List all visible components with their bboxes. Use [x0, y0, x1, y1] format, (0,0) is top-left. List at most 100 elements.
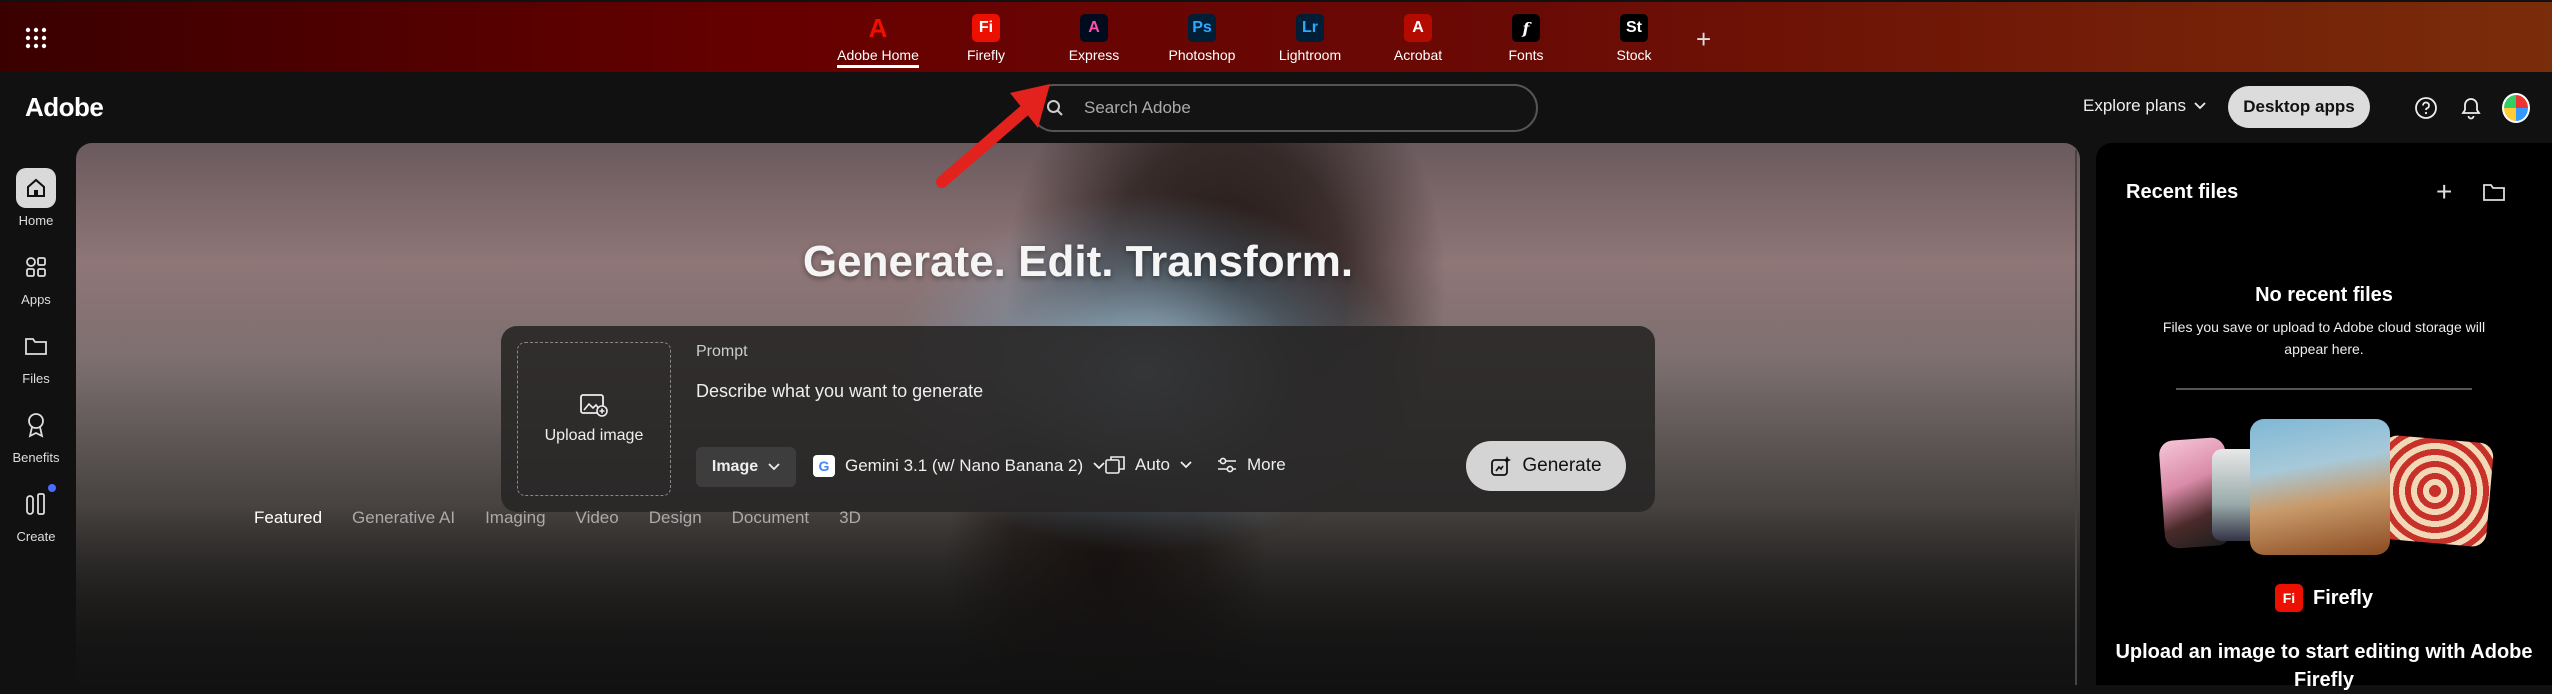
promo-image-pattern	[2375, 434, 2495, 548]
help-icon[interactable]	[2412, 94, 2440, 122]
chevron-down-icon	[2194, 102, 2206, 110]
firefly-label: Firefly	[2312, 586, 2374, 609]
desktop-apps-button[interactable]: Desktop apps	[2228, 86, 2370, 128]
chevron-down-icon	[768, 463, 780, 471]
app-acrobat[interactable]: A Acrobat	[1364, 2, 1472, 72]
empty-state-title: No recent files	[2255, 284, 2393, 306]
prompt-input[interactable]: Describe what you want to generate	[696, 381, 1396, 402]
tab-design[interactable]: Design	[649, 508, 702, 528]
nav-create[interactable]: Create	[0, 484, 72, 544]
google-icon: G	[813, 455, 835, 477]
tab-imaging[interactable]: Imaging	[485, 508, 545, 528]
tab-video[interactable]: Video	[576, 508, 619, 528]
model-label: Gemini 3.1 (w/ Nano Banana 2)	[845, 456, 1084, 475]
generate-label: Generate	[1522, 455, 1602, 476]
express-icon: A	[1080, 14, 1108, 42]
app-firefly[interactable]: Fi Firefly	[932, 2, 1040, 72]
chevron-down-icon	[1180, 461, 1192, 469]
new-file-icon[interactable]: +	[2436, 176, 2452, 208]
app-list: A Adobe Home Fi Firefly A Express Ps Photoshop L…	[824, 2, 1688, 72]
photoshop-icon: Ps	[1188, 14, 1216, 42]
upload-image-button[interactable]: Upload image	[517, 342, 671, 496]
nav-benefits-label: Benefits	[12, 450, 60, 465]
app-label: Photoshop	[1168, 47, 1236, 63]
explore-plans-label: Explore plans	[2083, 96, 2187, 115]
app-label: Lightroom	[1278, 47, 1342, 63]
firefly-brand: Fi Firefly	[2096, 584, 2552, 612]
global-header: Adobe Explore plans Desktop apps	[0, 72, 2552, 144]
upload-image-label: Upload image	[544, 427, 644, 444]
aspect-ratio-icon	[1105, 456, 1125, 474]
search-box[interactable]	[1030, 84, 1538, 132]
panel-divider[interactable]	[2075, 150, 2077, 685]
app-grid-icon[interactable]	[24, 26, 48, 50]
app-express[interactable]: A Express	[1040, 2, 1148, 72]
firefly-icon: Fi	[972, 14, 1000, 42]
recent-files-panel: Recent files + No recent files Files you…	[2096, 143, 2552, 691]
avatar[interactable]	[2502, 93, 2530, 123]
tab-generative-ai[interactable]: Generative AI	[352, 508, 455, 528]
app-switcher-bar: A Adobe Home Fi Firefly A Express Ps Photoshop L…	[0, 0, 2552, 72]
app-label: Adobe Home	[837, 47, 919, 68]
nav-files-label: Files	[22, 371, 50, 386]
chevron-down-icon	[1093, 462, 1105, 470]
app-label: Express	[1068, 47, 1120, 63]
apps-icon	[16, 247, 56, 287]
generate-button[interactable]: Generate	[1466, 441, 1626, 491]
search-input[interactable]	[1084, 98, 1504, 118]
lightroom-icon: Lr	[1296, 14, 1324, 42]
create-icon	[16, 484, 56, 524]
folder-icon	[16, 326, 56, 366]
nav-files[interactable]: Files	[0, 326, 72, 386]
nav-benefits[interactable]: Benefits	[0, 405, 72, 465]
explore-plans-menu[interactable]: Explore plans	[2083, 96, 2206, 116]
content-type-dropdown[interactable]: Image	[696, 447, 796, 487]
search-icon	[1047, 100, 1063, 116]
nav-home[interactable]: Home	[0, 168, 72, 228]
firefly-icon: Fi	[2274, 584, 2303, 612]
recent-files-title: Recent files	[2126, 181, 2239, 203]
nav-home-label: Home	[18, 213, 54, 228]
app-lightroom[interactable]: Lr Lightroom	[1256, 2, 1364, 72]
empty-state-description: Files you save or upload to Adobe cloud …	[2162, 319, 2486, 357]
nav-apps[interactable]: Apps	[0, 247, 72, 307]
aspect-ratio-dropdown[interactable]: Auto	[1105, 455, 1192, 475]
model-picker[interactable]: G Gemini 3.1 (w/ Nano Banana 2)	[813, 455, 1105, 477]
open-folder-icon[interactable]	[2482, 181, 2506, 208]
app-label: Stock	[1616, 47, 1652, 63]
more-settings-button[interactable]: More	[1217, 455, 1286, 475]
home-icon	[16, 168, 56, 208]
adobe-logo[interactable]: Adobe	[25, 92, 104, 123]
nav-create-label: Create	[16, 529, 56, 544]
stock-icon: St	[1620, 14, 1648, 42]
promo-image-horse	[2250, 419, 2390, 555]
notification-dot	[48, 484, 56, 492]
tab-document[interactable]: Document	[732, 508, 809, 528]
more-label: More	[1247, 455, 1286, 474]
prompt-card: Upload image Prompt Describe what you wa…	[501, 326, 1655, 512]
nav-apps-label: Apps	[21, 292, 51, 307]
app-fonts[interactable]: f Fonts	[1472, 2, 1580, 72]
prompt-label: Prompt	[696, 343, 748, 360]
user-avatar-image	[2502, 93, 2530, 123]
firefly-cta: Upload an image to start editing with Ad…	[2115, 641, 2533, 691]
app-stock[interactable]: St Stock	[1580, 2, 1688, 72]
hero-banner: Generate. Edit. Transform. Upload image …	[76, 143, 2080, 685]
benefits-icon	[16, 405, 56, 445]
tab-featured[interactable]: Featured	[254, 508, 322, 528]
app-label: Acrobat	[1393, 47, 1443, 63]
aspect-ratio-label: Auto	[1135, 455, 1170, 474]
content-type-label: Image	[711, 458, 759, 475]
fonts-icon: f	[1512, 14, 1540, 42]
tab-3d[interactable]: 3D	[839, 508, 861, 528]
add-app-icon[interactable]: +	[1696, 24, 1711, 55]
hero-title: Generate. Edit. Transform.	[802, 237, 1354, 286]
left-nav: Home Apps Files Benefits Create	[0, 144, 72, 685]
app-label: Firefly	[966, 47, 1006, 63]
sliders-icon	[1218, 457, 1236, 473]
bell-icon[interactable]	[2457, 94, 2485, 122]
app-photoshop[interactable]: Ps Photoshop	[1148, 2, 1256, 72]
app-adobe-home[interactable]: A Adobe Home	[824, 2, 932, 72]
image-add-icon	[580, 394, 608, 417]
category-tabs: Featured Generative AI Imaging Video Des…	[254, 508, 891, 528]
